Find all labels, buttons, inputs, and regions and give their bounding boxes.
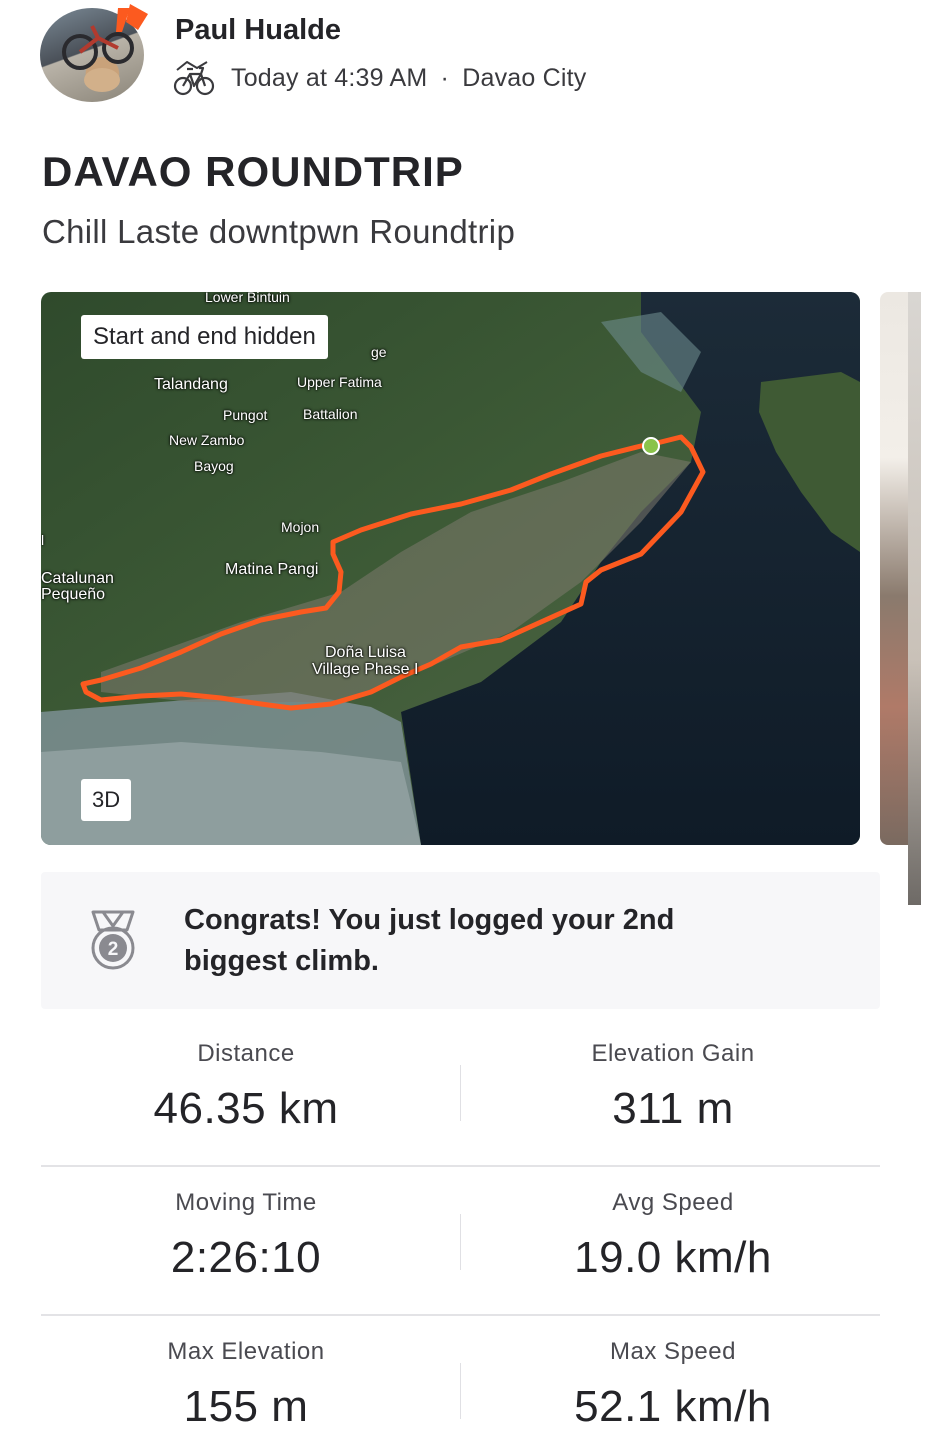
stat-value: 155 m	[183, 1382, 309, 1431]
map-place-label: l	[41, 532, 45, 548]
map-place-label: ge	[371, 344, 387, 360]
activity-description: Chill Laste downtpwn Roundtrip	[42, 213, 516, 250]
stat-max-elevation: Max Elevation 155 m	[36, 1338, 456, 1432]
activity-title[interactable]: DAVAO ROUNDTRIP	[42, 148, 464, 196]
map-place-label: Doña Luisa	[325, 644, 406, 661]
stat-distance: Distance 46.35 km	[36, 1040, 456, 1134]
stat-value: 52.1 km/h	[574, 1382, 772, 1431]
activity-location: Davao City	[462, 63, 587, 92]
stat-label: Elevation Gain	[591, 1040, 755, 1067]
row-divider	[41, 1314, 880, 1316]
activity-meta: Today at 4:39 AM · Davao City	[173, 60, 587, 96]
stat-divider	[460, 1214, 461, 1270]
stat-avg-speed: Avg Speed 19.0 km/h	[463, 1189, 883, 1283]
bike-icon	[173, 61, 215, 96]
stat-label: Distance	[197, 1040, 295, 1067]
subscriber-badge-icon	[116, 4, 148, 32]
stat-value: 2:26:10	[170, 1233, 322, 1282]
map-place-label: New Zambo	[169, 432, 245, 448]
map-place-label: Village Phase I	[312, 661, 419, 678]
map-place-label: Matina Pangi	[225, 561, 319, 578]
stat-divider	[460, 1065, 461, 1121]
satellite-map-background	[41, 292, 860, 845]
stat-max-speed: Max Speed 52.1 km/h	[463, 1338, 883, 1432]
map-place-label: Pungot	[223, 407, 268, 423]
achievement-message: Congrats! You just logged your 2nd bigge…	[184, 904, 675, 977]
activity-timestamp: Today at 4:39 AM	[231, 63, 428, 92]
route-map[interactable]: Lower Bintuin ge Talandang Upper Fatima …	[41, 292, 860, 845]
next-media-edge	[908, 292, 921, 905]
achievement-banner[interactable]: 2 Congrats! You just logged your 2nd big…	[41, 872, 880, 1009]
stat-label: Max Speed	[610, 1338, 736, 1365]
route-marker	[642, 437, 660, 455]
stat-divider	[460, 1363, 461, 1419]
map-place-label: Talandang	[154, 376, 228, 393]
medal-rank: 2	[108, 939, 119, 960]
stat-label: Moving Time	[175, 1189, 317, 1216]
map-place-label: Pequeño	[41, 586, 106, 603]
activity-feed-card: Paul Hualde Today at 4:39 AM · Davao Cit…	[0, 0, 931, 1440]
map-place-label: Upper Fatima	[297, 374, 382, 390]
map-place-label: Battalion	[303, 406, 358, 422]
row-divider	[41, 1165, 880, 1167]
medal-icon: 2	[91, 910, 135, 970]
athlete-name[interactable]: Paul Hualde	[175, 14, 341, 47]
map-place-label: Mojon	[281, 519, 320, 535]
view-3d-button[interactable]: 3D	[81, 779, 132, 821]
meta-separator: ·	[440, 63, 450, 92]
stat-value: 46.35 km	[153, 1084, 339, 1133]
stat-moving-time: Moving Time 2:26:10	[36, 1189, 456, 1283]
map-place-label: Bayog	[194, 458, 234, 474]
stat-label: Avg Speed	[612, 1189, 734, 1216]
map-place-label: Lower Bintuin	[205, 292, 290, 305]
privacy-zone-badge: Start and end hidden	[81, 315, 328, 359]
stat-value: 311 m	[612, 1084, 734, 1133]
stat-label: Max Elevation	[167, 1338, 325, 1365]
stat-elevation-gain: Elevation Gain 311 m	[463, 1040, 883, 1134]
stat-value: 19.0 km/h	[574, 1233, 772, 1282]
